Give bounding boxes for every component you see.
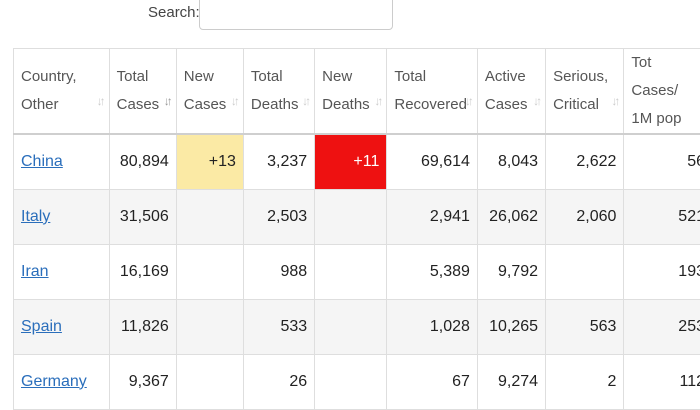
new-deaths-cell bbox=[315, 189, 387, 244]
total-deaths-cell: 2,503 bbox=[243, 189, 314, 244]
column-header-label: Tot Cases/ 1M pop bbox=[631, 54, 681, 127]
new-deaths-cell: +11 bbox=[315, 134, 387, 189]
per-million-cell: 521 bbox=[624, 189, 700, 244]
column-header-new-deaths[interactable]: New Deaths ↓↑ bbox=[315, 49, 387, 135]
per-million-cell: 193 bbox=[624, 244, 700, 299]
total-deaths-cell: 533 bbox=[243, 299, 314, 354]
column-header-country[interactable]: Country, Other ↓↑ bbox=[14, 49, 110, 135]
country-link[interactable]: Spain bbox=[21, 318, 62, 335]
active-cases-cell: 9,274 bbox=[477, 354, 545, 409]
total-cases-cell: 9,367 bbox=[109, 354, 176, 409]
per-million-cell: 56 bbox=[624, 134, 700, 189]
search-label: Search: bbox=[148, 4, 200, 21]
new-cases-cell bbox=[176, 189, 243, 244]
column-header-label: Total Deaths bbox=[251, 68, 299, 113]
column-header-active-cases[interactable]: Active Cases ↓↑ bbox=[477, 49, 545, 135]
sort-arrows-icon: ↓↑ bbox=[374, 87, 380, 115]
column-header-label: Serious, Critical bbox=[553, 68, 608, 113]
total-recovered-cell: 2,941 bbox=[387, 189, 478, 244]
total-deaths-cell: 988 bbox=[243, 244, 314, 299]
country-link[interactable]: China bbox=[21, 153, 63, 170]
total-recovered-cell: 67 bbox=[387, 354, 478, 409]
serious-critical-cell: 2,060 bbox=[546, 189, 624, 244]
total-cases-cell: 80,894 bbox=[109, 134, 176, 189]
sort-arrows-icon: ↓↑ bbox=[302, 87, 308, 115]
active-cases-cell: 8,043 bbox=[477, 134, 545, 189]
column-header-label: Country, Other bbox=[21, 68, 77, 113]
column-header-total-recovered[interactable]: Total Recovered ↓↑ bbox=[387, 49, 478, 135]
table-row: Iran 16,169 988 5,389 9,792 193 bbox=[14, 244, 700, 299]
total-deaths-cell: 3,237 bbox=[243, 134, 314, 189]
column-header-new-cases[interactable]: New Cases ↓↑ bbox=[176, 49, 243, 135]
country-link[interactable]: Iran bbox=[21, 263, 49, 280]
total-recovered-cell: 5,389 bbox=[387, 244, 478, 299]
active-cases-cell: 9,792 bbox=[477, 244, 545, 299]
total-cases-cell: 11,826 bbox=[109, 299, 176, 354]
new-cases-cell bbox=[176, 244, 243, 299]
country-cell[interactable]: Spain bbox=[14, 299, 110, 354]
country-cell[interactable]: Italy bbox=[14, 189, 110, 244]
new-cases-cell bbox=[176, 299, 243, 354]
sort-arrows-icon: ↓↑ bbox=[533, 87, 539, 115]
column-header-serious-critical[interactable]: Serious, Critical ↓↑ bbox=[546, 49, 624, 135]
search-input[interactable] bbox=[199, 0, 393, 30]
new-deaths-cell bbox=[315, 299, 387, 354]
serious-critical-cell: 2 bbox=[546, 354, 624, 409]
search-bar: Search: bbox=[0, 0, 700, 48]
covid-cases-table: Country, Other ↓↑ Total Cases ↓↑ New Cas… bbox=[13, 48, 700, 410]
active-cases-cell: 26,062 bbox=[477, 189, 545, 244]
table-row: Spain 11,826 533 1,028 10,265 563 253 bbox=[14, 299, 700, 354]
column-header-label: Active Cases bbox=[485, 68, 528, 113]
header-row: Country, Other ↓↑ Total Cases ↓↑ New Cas… bbox=[14, 49, 700, 135]
country-cell[interactable]: Germany bbox=[14, 354, 110, 409]
column-header-tot-cases-per-million[interactable]: Tot Cases/ 1M pop ↓↑ bbox=[624, 49, 700, 135]
table-row: Italy 31,506 2,503 2,941 26,062 2,060 52… bbox=[14, 189, 700, 244]
column-header-label: Total Cases bbox=[117, 68, 160, 113]
country-link[interactable]: Germany bbox=[21, 373, 87, 390]
country-cell[interactable]: China bbox=[14, 134, 110, 189]
total-recovered-cell: 1,028 bbox=[387, 299, 478, 354]
column-header-label: New Cases bbox=[184, 68, 227, 113]
active-cases-cell: 10,265 bbox=[477, 299, 545, 354]
serious-critical-cell bbox=[546, 244, 624, 299]
new-deaths-cell bbox=[315, 354, 387, 409]
new-cases-cell bbox=[176, 354, 243, 409]
sort-arrows-icon: ↓↑ bbox=[97, 87, 103, 115]
serious-critical-cell: 2,622 bbox=[546, 134, 624, 189]
country-cell[interactable]: Iran bbox=[14, 244, 110, 299]
new-cases-cell: +13 bbox=[176, 134, 243, 189]
sort-arrows-icon: ↓↑ bbox=[465, 87, 471, 115]
column-header-label: New Deaths bbox=[322, 68, 370, 113]
total-deaths-cell: 26 bbox=[243, 354, 314, 409]
total-recovered-cell: 69,614 bbox=[387, 134, 478, 189]
total-cases-cell: 31,506 bbox=[109, 189, 176, 244]
column-header-total-cases[interactable]: Total Cases ↓↑ bbox=[109, 49, 176, 135]
new-deaths-cell bbox=[315, 244, 387, 299]
country-link[interactable]: Italy bbox=[21, 208, 50, 225]
table-row: China 80,894 +13 3,237 +11 69,614 8,043 … bbox=[14, 134, 700, 189]
sort-arrows-icon: ↓↑ bbox=[231, 87, 237, 115]
column-header-label: Total Recovered bbox=[394, 68, 467, 113]
table-row: Germany 9,367 26 67 9,274 2 112 bbox=[14, 354, 700, 409]
per-million-cell: 112 bbox=[624, 354, 700, 409]
column-header-total-deaths[interactable]: Total Deaths ↓↑ bbox=[243, 49, 314, 135]
per-million-cell: 253 bbox=[624, 299, 700, 354]
sort-arrows-icon: ↓↑ bbox=[611, 87, 617, 115]
total-cases-cell: 16,169 bbox=[109, 244, 176, 299]
serious-critical-cell: 563 bbox=[546, 299, 624, 354]
sort-arrows-icon: ↓↑ bbox=[164, 87, 170, 115]
